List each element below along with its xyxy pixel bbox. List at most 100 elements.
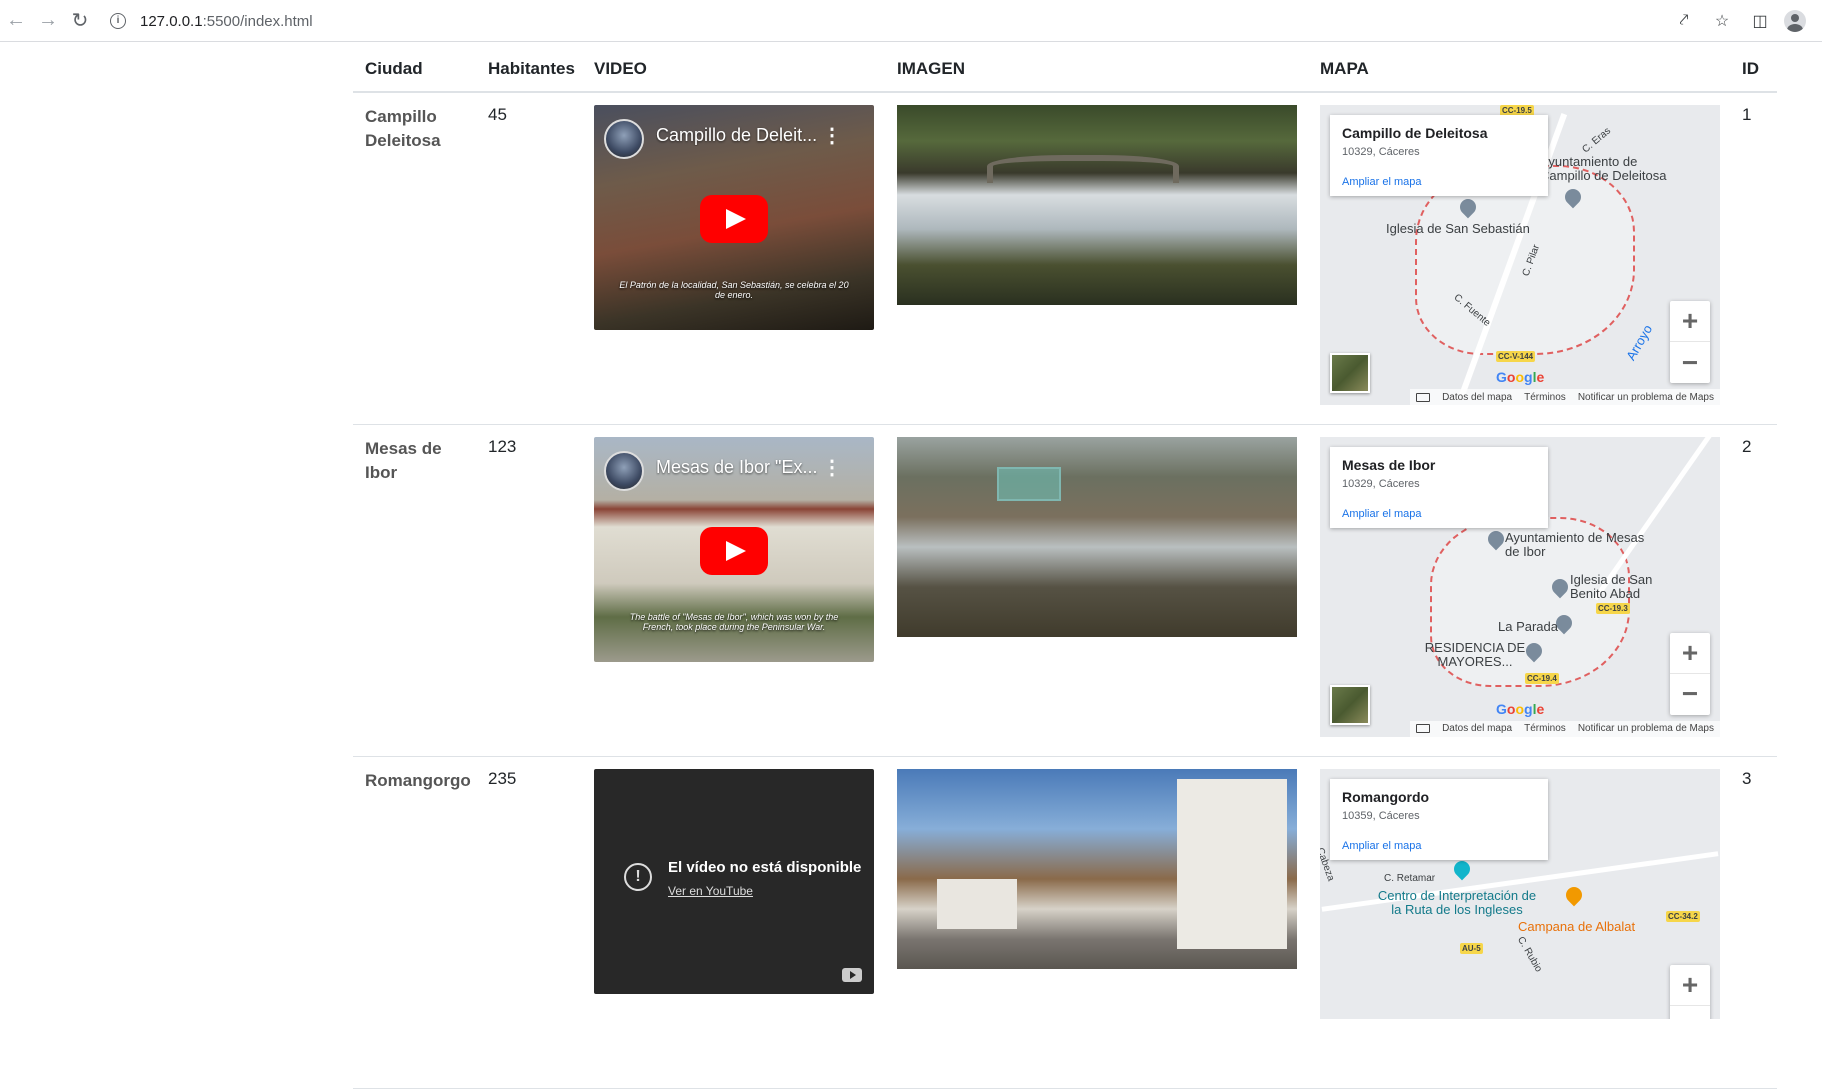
town-photo (897, 436, 1297, 637)
header-ciudad: Ciudad (353, 44, 476, 93)
play-button-icon[interactable] (700, 195, 768, 243)
map-label: C. Rubio (1514, 934, 1544, 974)
video-cell: Mesas de Ibor "Ex... ⋮ The battle of "Me… (582, 424, 885, 757)
table-header-row: Ciudad Habitantes VIDEO IMAGEN MAPA ID (353, 44, 1777, 93)
map-pin-icon[interactable] (1450, 857, 1474, 880)
town-photo (897, 105, 1297, 305)
table-row: Campillo Deleitosa 45 Campillo de Deleit… (353, 92, 1777, 425)
row-id: 2 (1730, 424, 1777, 757)
zoom-controls: + − (1670, 301, 1710, 383)
cities-table-container: Ciudad Habitantes VIDEO IMAGEN MAPA ID C… (353, 44, 1777, 1089)
city-name: Romangorgo (353, 756, 476, 1089)
google-map[interactable]: Centro de Interpretación de la Ruta de l… (1320, 768, 1720, 1019)
share-icon[interactable]: ⤤ (1670, 7, 1698, 35)
header-mapa: MAPA (1308, 44, 1730, 93)
map-footer: Datos del mapa Términos Notificar un pro… (1410, 720, 1720, 737)
image-cell (885, 424, 1308, 757)
map-place-address: 10329, Cáceres (1342, 146, 1420, 158)
youtube-embed[interactable]: Campillo de Deleit... ⋮ El Patrón de la … (594, 105, 874, 330)
youtube-embed[interactable]: Mesas de Ibor "Ex... ⋮ The battle of "Me… (594, 436, 874, 662)
side-panel-icon[interactable]: ◫ (1746, 7, 1774, 35)
enlarge-map-link[interactable]: Ampliar el mapa (1342, 176, 1536, 188)
video-cell: Campillo de Deleit... ⋮ El Patrón de la … (582, 92, 885, 425)
video-title[interactable]: Campillo de Deleit... (656, 125, 826, 146)
satellite-toggle[interactable] (1330, 353, 1370, 393)
enlarge-map-link[interactable]: Ampliar el mapa (1342, 840, 1536, 852)
google-map[interactable]: Arroyo Iglesia de San Sebastián Ayuntami… (1320, 105, 1720, 405)
video-cell: ! El vídeo no está disponible Ver en You… (582, 756, 885, 1089)
map-terms-link[interactable]: Términos (1524, 723, 1566, 734)
zoom-in-button[interactable]: + (1670, 965, 1710, 1006)
alert-icon: ! (624, 862, 652, 891)
more-options-icon[interactable]: ⋮ (822, 455, 842, 480)
map-terms-link[interactable]: Términos (1524, 392, 1566, 403)
more-options-icon[interactable]: ⋮ (822, 123, 842, 148)
zoom-controls: + − (1670, 632, 1710, 715)
map-pin-icon[interactable] (1562, 883, 1586, 906)
city-name: Mesas de Ibor (353, 424, 476, 757)
back-arrow-icon[interactable]: ← (0, 5, 32, 37)
youtube-embed-unavailable[interactable]: ! El vídeo no está disponible Ver en You… (594, 768, 874, 994)
map-report-link[interactable]: Notificar un problema de Maps (1578, 392, 1714, 403)
population: 45 (476, 92, 582, 425)
bookmark-star-icon[interactable]: ☆ (1708, 7, 1736, 35)
map-footer: Datos del mapa Términos Notificar un pro… (1410, 389, 1720, 405)
map-place-title: Romangordo (1342, 788, 1430, 805)
road-badge: CC-19.3 (1596, 602, 1630, 614)
keyboard-icon[interactable] (1416, 724, 1431, 733)
channel-avatar[interactable] (604, 450, 644, 491)
google-logo: Google (1496, 700, 1545, 717)
image-cell (885, 92, 1308, 425)
map-info-card: Mesas de Ibor 10329, Cáceres Ampliar el … (1330, 446, 1548, 528)
cities-table: Ciudad Habitantes VIDEO IMAGEN MAPA ID C… (353, 44, 1777, 1089)
browser-toolbar: ← → ↻ i 127.0.0.1:5500/index.html ⤤ ☆ ◫ (0, 0, 1822, 42)
town-photo (897, 768, 1297, 969)
population: 123 (476, 424, 582, 757)
map-label: Ayuntamiento de Mesas de Ibor (1505, 529, 1645, 559)
header-id: ID (1730, 44, 1777, 93)
zoom-in-button[interactable]: + (1670, 301, 1710, 342)
population: 235 (476, 756, 582, 1089)
map-label: C. Eras (1580, 125, 1613, 156)
map-report-link[interactable]: Notificar un problema de Maps (1578, 723, 1714, 734)
map-data-link[interactable]: Datos del mapa (1442, 392, 1512, 403)
keyboard-icon[interactable] (1416, 392, 1431, 402)
profile-avatar[interactable] (1784, 10, 1806, 32)
video-caption: El Patrón de la localidad, San Sebastián… (619, 280, 849, 300)
video-caption: The battle of "Mesas de Ibor", which was… (629, 611, 839, 632)
road-badge: CC-V-144 (1496, 351, 1536, 362)
address-bar[interactable]: i 127.0.0.1:5500/index.html (100, 5, 1660, 37)
map-label: RESIDENCIA DE MAYORES... (1424, 639, 1526, 669)
header-habitantes: Habitantes (476, 44, 582, 93)
zoom-out-button[interactable]: − (1670, 342, 1710, 383)
road-badge: CC-34.2 (1666, 910, 1700, 922)
map-label: Iglesia de San Benito Abad (1570, 571, 1653, 601)
google-map[interactable]: Ayuntamiento de Mesas de Ibor Iglesia de… (1320, 436, 1720, 737)
zoom-out-button[interactable]: − (1670, 674, 1710, 715)
row-id: 3 (1730, 756, 1777, 1089)
map-label: Iglesia de San Sebastián (1386, 221, 1530, 236)
map-label: Ayuntamiento de Campillo de Deleitosa (1540, 154, 1667, 183)
reload-icon[interactable]: ↻ (64, 5, 96, 37)
map-info-card: Romangordo 10359, Cáceres Ampliar el map… (1330, 778, 1548, 860)
youtube-logo-icon[interactable] (842, 967, 862, 982)
video-unavailable-message: ! El vídeo no está disponible Ver en You… (624, 859, 861, 898)
city-name: Campillo Deleitosa (353, 92, 476, 425)
map-data-link[interactable]: Datos del mapa (1442, 723, 1512, 734)
video-title[interactable]: Mesas de Ibor "Ex... (656, 457, 826, 478)
unavailable-title: El vídeo no está disponible (668, 858, 862, 876)
table-row: Mesas de Ibor 123 Mesas de Ibor "Ex... ⋮… (353, 424, 1777, 757)
zoom-in-button[interactable]: + (1670, 633, 1710, 674)
enlarge-map-link[interactable]: Ampliar el mapa (1342, 508, 1536, 520)
site-info-icon[interactable]: i (110, 13, 126, 29)
road-badge: AU-5 (1460, 942, 1483, 954)
play-button-icon[interactable] (700, 526, 768, 575)
url-text[interactable]: 127.0.0.1:5500/index.html (140, 13, 313, 30)
channel-avatar[interactable] (604, 119, 644, 159)
map-cell: Centro de Interpretación de la Ruta de l… (1308, 756, 1730, 1089)
watch-on-youtube-link[interactable]: Ver en YouTube (668, 884, 861, 898)
forward-arrow-icon[interactable]: → (32, 5, 64, 37)
map-place-title: Mesas de Ibor (1342, 456, 1436, 473)
satellite-toggle[interactable] (1330, 684, 1370, 725)
table-row: Romangorgo 235 ! El vídeo no está dispon… (353, 756, 1777, 1089)
